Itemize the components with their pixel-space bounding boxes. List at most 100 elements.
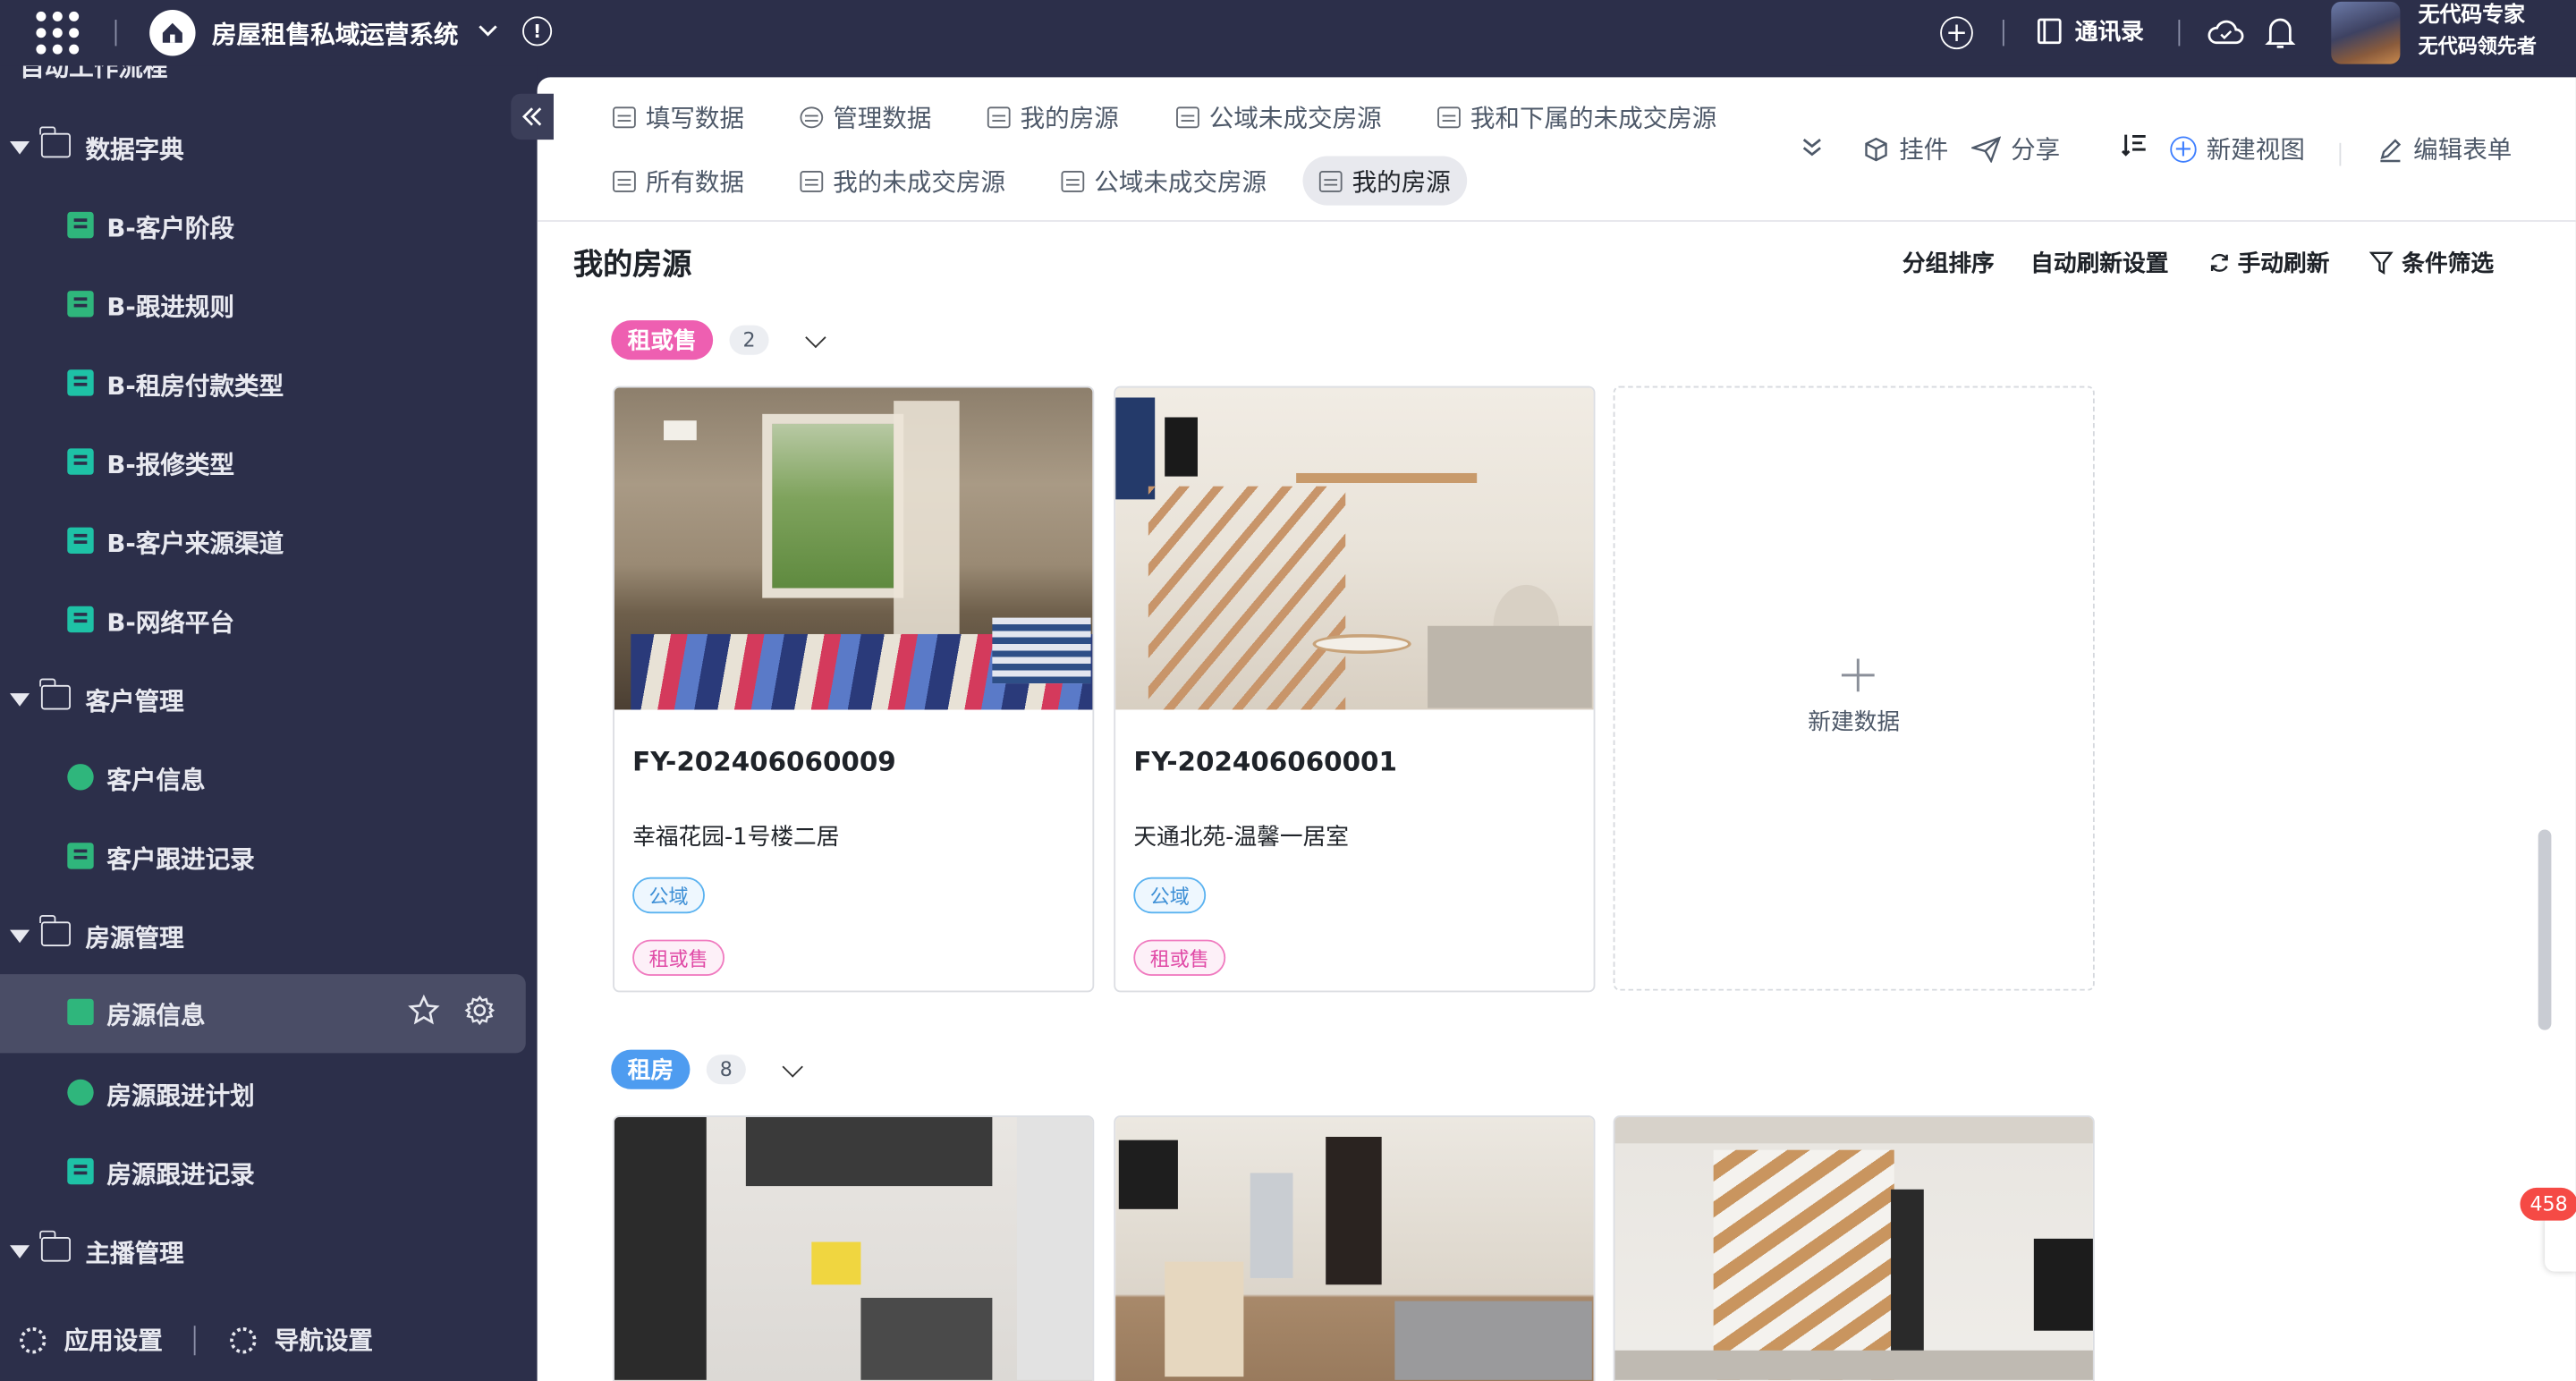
sidebar-item-customer-source[interactable]: B-客户来源渠道 bbox=[0, 506, 526, 579]
tab-label: 公域未成交房源 bbox=[1094, 166, 1267, 197]
group-tag: 租或售 bbox=[611, 320, 714, 360]
contacts-button[interactable]: 通讯录 bbox=[2036, 15, 2144, 48]
top-bar: 房屋租售私域运营系统 ! + 通讯录 无代码专家 无代码领先者 bbox=[0, 0, 2576, 66]
chevron-down-icon[interactable] bbox=[805, 326, 826, 348]
share-label: 分享 bbox=[2011, 134, 2061, 165]
property-photo bbox=[614, 387, 1093, 710]
tab-my-properties-cards[interactable]: 我的房源 bbox=[1302, 156, 1468, 206]
sidebar-footer: 应用设置 导航设置 bbox=[0, 1301, 538, 1380]
sidebar-item-label: B-客户来源渠道 bbox=[106, 528, 284, 558]
table-icon bbox=[613, 170, 636, 191]
app-home-icon[interactable] bbox=[149, 10, 196, 56]
sidebar-folder-property-management[interactable]: 房源管理 bbox=[0, 901, 526, 973]
sidebar-item-property-followup-record[interactable]: 房源跟进记录 bbox=[0, 1137, 526, 1209]
tab-public-unsold[interactable]: 公域未成交房源 bbox=[1160, 92, 1398, 141]
add-circle-icon[interactable]: + bbox=[1940, 16, 1973, 50]
manual-refresh-button[interactable]: 手动刷新 bbox=[2208, 247, 2329, 280]
edit-form-label: 编辑表单 bbox=[2413, 134, 2512, 165]
user-avatar[interactable] bbox=[2331, 1, 2401, 64]
sidebar-item-property-followup-plan[interactable]: 房源跟进计划 bbox=[0, 1058, 526, 1131]
apps-grid-icon[interactable] bbox=[36, 11, 80, 55]
plugins-label: 挂件 bbox=[1899, 134, 1949, 165]
filter-icon bbox=[2368, 251, 2394, 275]
bell-icon[interactable] bbox=[2264, 15, 2297, 51]
user-icon bbox=[67, 764, 94, 791]
star-icon[interactable] bbox=[408, 994, 441, 1027]
tab-label: 我和下属的未成交房源 bbox=[1470, 102, 1717, 132]
sidebar-item-customer-info[interactable]: 客户信息 bbox=[0, 742, 526, 815]
sidebar-item-network-platform[interactable]: B-网络平台 bbox=[0, 585, 526, 657]
sidebar-item-repair-type[interactable]: B-报修类型 bbox=[0, 428, 526, 500]
type-tag: 租或售 bbox=[1133, 939, 1226, 976]
floating-helper-button[interactable] bbox=[2545, 1212, 2576, 1272]
tab-my-properties[interactable]: 我的房源 bbox=[970, 92, 1135, 141]
tab-label: 填写数据 bbox=[645, 102, 745, 132]
group-sort-button[interactable]: 分组排序 bbox=[1902, 247, 1995, 280]
app-settings-button[interactable]: 应用设置 bbox=[64, 1323, 163, 1358]
tab-public-unsold-cards[interactable]: 公域未成交房源 bbox=[1045, 156, 1283, 205]
filter-button[interactable]: 条件筛选 bbox=[2368, 247, 2494, 280]
app-title[interactable]: 房屋租售私域运营系统 bbox=[212, 16, 459, 51]
sidebar-item-followup-rules[interactable]: B-跟进规则 bbox=[0, 269, 526, 342]
property-card[interactable] bbox=[1114, 1115, 1596, 1381]
tab-label: 管理数据 bbox=[833, 102, 932, 132]
folder-icon bbox=[39, 915, 71, 946]
sidebar-item-cut-off[interactable]: 自动工作流程 bbox=[20, 65, 167, 83]
settings-gear-icon bbox=[20, 1327, 47, 1354]
sort-button[interactable] bbox=[2121, 131, 2147, 157]
sidebar-item-label: B-客户阶段 bbox=[106, 212, 235, 242]
sidebar-item-rent-payment-type[interactable]: B-租房付款类型 bbox=[0, 348, 526, 420]
sidebar-item-customer-stage[interactable]: B-客户阶段 bbox=[0, 191, 526, 263]
tab-my-unsold[interactable]: 我的未成交房源 bbox=[784, 156, 1021, 205]
form-icon bbox=[67, 527, 94, 554]
new-data-card[interactable]: 新建数据 bbox=[1613, 385, 2095, 991]
tab-me-and-subordinates-unsold[interactable]: 我和下属的未成交房源 bbox=[1421, 92, 1733, 141]
property-card[interactable]: FY-202406060009 幸福花园-1号楼二居 公域 租或售 bbox=[613, 385, 1095, 993]
chevron-down-icon[interactable] bbox=[782, 1055, 803, 1077]
plus-circle-icon: + bbox=[2170, 135, 2197, 162]
chevron-down-icon[interactable] bbox=[477, 20, 500, 43]
sidebar-item-customer-followup[interactable]: 客户跟进记录 bbox=[0, 821, 526, 894]
contacts-label: 通讯录 bbox=[2074, 20, 2144, 47]
edit-form-button[interactable]: 编辑表单 bbox=[2377, 131, 2512, 166]
gear-icon[interactable] bbox=[463, 994, 496, 1027]
share-button[interactable]: 分享 bbox=[1971, 131, 2060, 166]
tab-label: 我的房源 bbox=[1020, 102, 1119, 132]
sidebar-folder-data-dictionary[interactable]: 数据字典 bbox=[0, 112, 526, 184]
info-icon[interactable]: ! bbox=[522, 16, 553, 47]
nav-settings-button[interactable]: 导航设置 bbox=[275, 1323, 373, 1358]
group-header-rent-or-sale[interactable]: 租或售 2 bbox=[611, 320, 826, 360]
property-card[interactable]: FY-202406060001 天通北苑-温馨一居室 公域 租或售 bbox=[1114, 385, 1596, 993]
sidebar-folder-anchor-management[interactable]: 主播管理 bbox=[0, 1216, 526, 1288]
caret-down-icon bbox=[10, 1245, 30, 1258]
scrollbar-thumb[interactable] bbox=[2538, 829, 2552, 1030]
edit-form-icon bbox=[613, 106, 636, 128]
tab-all-data[interactable]: 所有数据 bbox=[597, 156, 761, 205]
auto-refresh-settings-button[interactable]: 自动刷新设置 bbox=[2030, 247, 2168, 280]
tab-manage-data[interactable]: 管理数据 bbox=[784, 92, 948, 141]
group-header-rent[interactable]: 租房 8 bbox=[611, 1049, 803, 1089]
property-photo bbox=[614, 1116, 1093, 1381]
expand-tabs-button[interactable] bbox=[1799, 133, 1825, 159]
document-icon bbox=[67, 843, 94, 869]
form-icon bbox=[67, 211, 94, 239]
type-tag: 租或售 bbox=[632, 939, 725, 976]
form-icon bbox=[67, 291, 94, 318]
sidebar-folder-customer-management[interactable]: 客户管理 bbox=[0, 664, 526, 736]
divider bbox=[2002, 20, 2004, 47]
sidebar-item-property-info[interactable]: 房源信息 bbox=[0, 974, 526, 1054]
collapse-sidebar-button[interactable] bbox=[511, 93, 554, 140]
cloud-sync-icon[interactable] bbox=[2207, 15, 2246, 51]
plugins-button[interactable]: 挂件 bbox=[1863, 131, 1949, 166]
user-info[interactable]: 无代码专家 无代码领先者 bbox=[2419, 2, 2537, 61]
property-card[interactable] bbox=[613, 1115, 1095, 1381]
plus-icon bbox=[1838, 650, 1877, 707]
new-view-button[interactable]: + 新建视图 bbox=[2170, 131, 2305, 166]
paper-plane-icon bbox=[1971, 135, 2002, 162]
nav-gear-icon bbox=[230, 1327, 257, 1354]
property-card[interactable] bbox=[1613, 1115, 2095, 1381]
form-icon bbox=[67, 606, 94, 633]
refresh-icon bbox=[2210, 253, 2228, 272]
folder-icon bbox=[39, 678, 71, 710]
tab-fill-data[interactable]: 填写数据 bbox=[597, 92, 761, 141]
